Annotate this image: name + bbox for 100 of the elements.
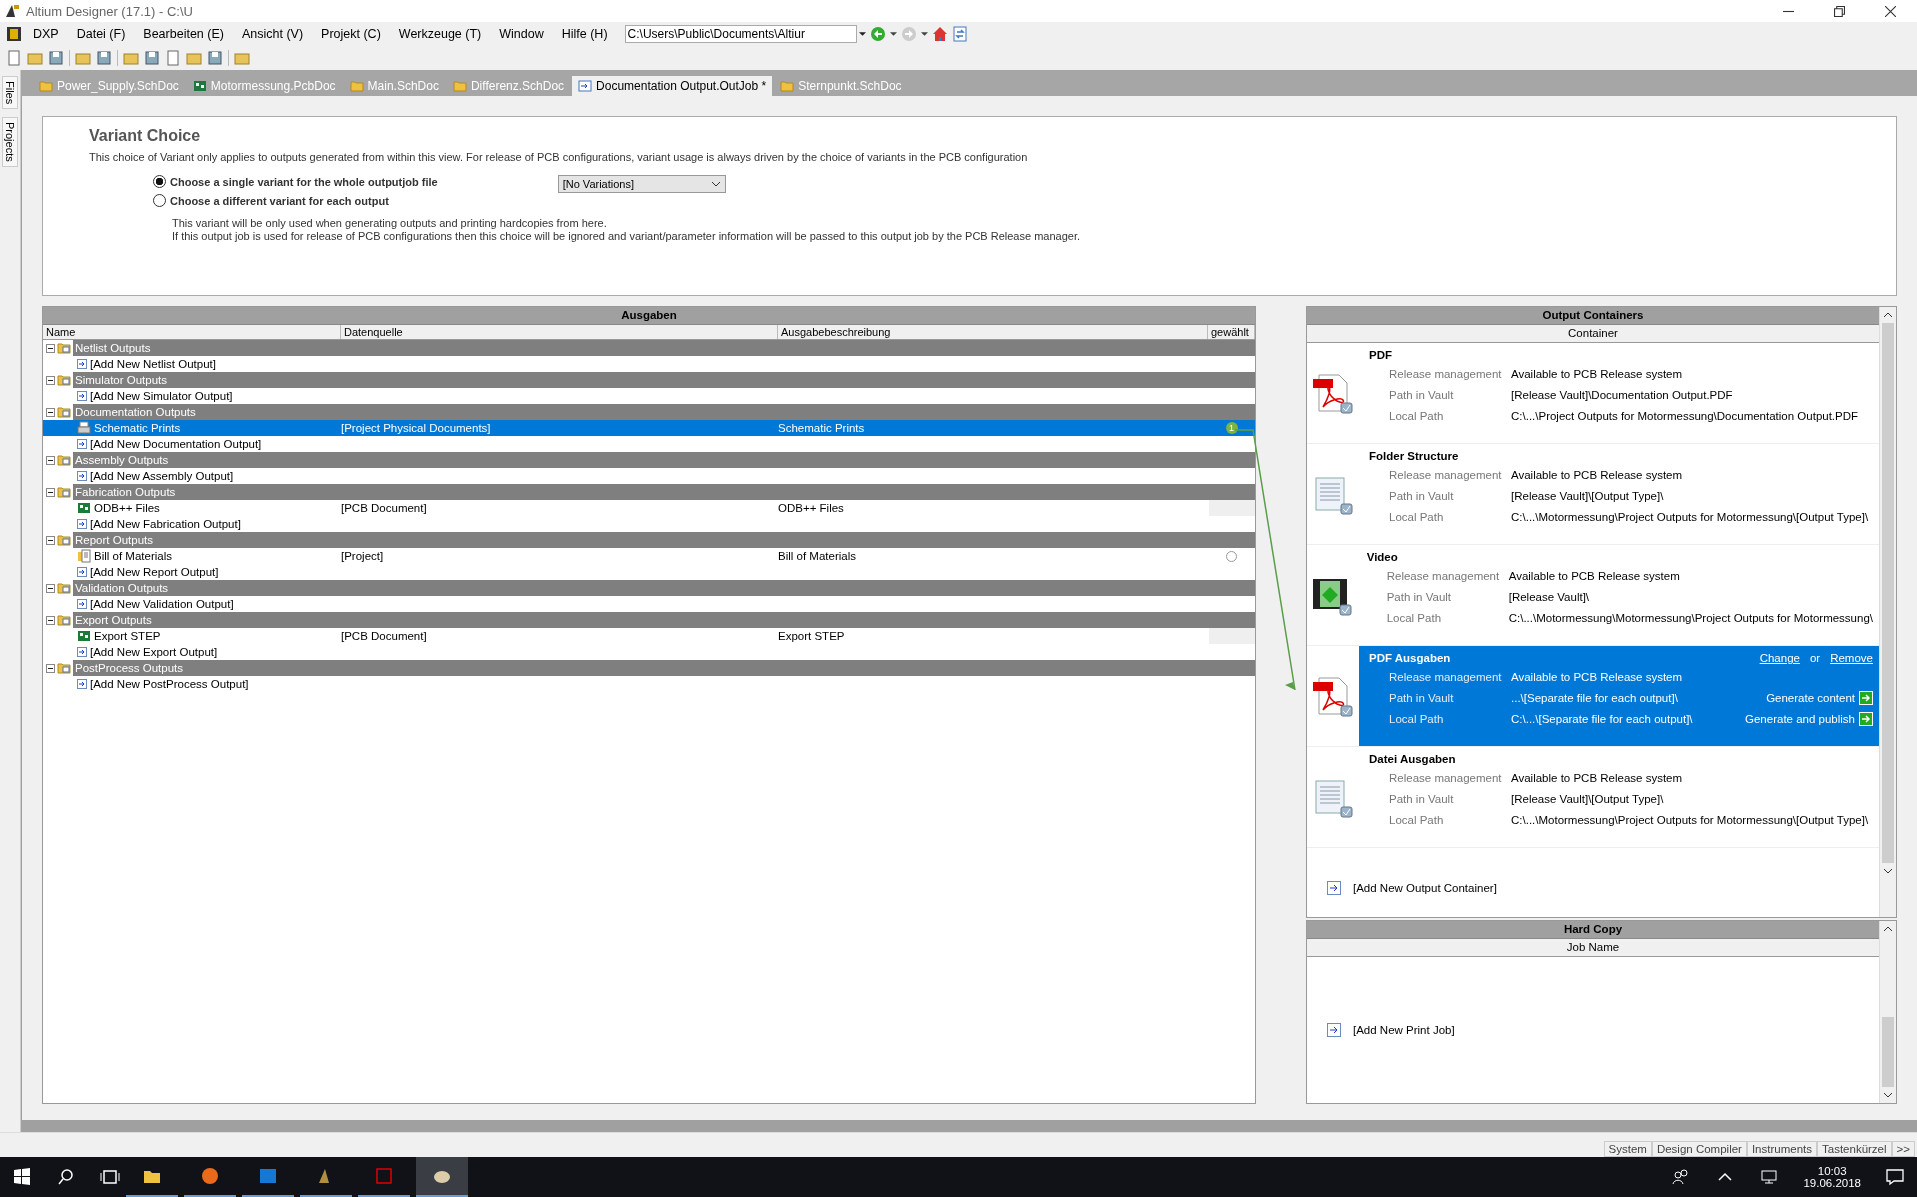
side-tab[interactable]: Files [2,76,18,110]
output-row[interactable]: Schematic Prints [Project Physical Documents] Schematic Prints 1 [43,420,1255,436]
output-row[interactable]: Export STEP [PCB Document] Export STEP [43,628,1255,644]
group-row[interactable]: Fabrication Outputs [73,484,1255,500]
panel-button[interactable]: System [1603,1141,1652,1157]
document-tab[interactable]: Documentation Output.OutJob * [572,76,773,96]
option-label[interactable]: Choose a single variant for the whole outputjob file [170,175,438,188]
output-row[interactable]: Bill of Materials [Project] Bill of Materials [43,548,1255,564]
caret-icon[interactable] [889,32,897,36]
generate-content-button[interactable]: Generate content [1766,690,1873,705]
generate-publish-button[interactable]: Generate and publish [1745,711,1873,726]
expander-icon[interactable] [46,375,55,385]
add-output-row[interactable]: [Add New Documentation Output] [43,436,1255,452]
group-row[interactable]: Simulator Outputs [73,372,1255,388]
arrow-right-icon [1859,711,1873,726]
menu-item[interactable]: Window [492,27,551,41]
add-container-link[interactable]: [Add New Output Container] [1353,882,1497,894]
add-print-job-link[interactable]: [Add New Print Job] [1353,1024,1455,1036]
container-item[interactable]: Datei Ausgaben Release management Available to PCB Release system Path in Vault [Release Vault]\[Output Type]\ Local Path C:\...\Motormessung\Project Outputs for Motormessung\[Output Type]\ [1307,747,1879,848]
clock-time[interactable]: 10:03 [1817,1165,1847,1177]
output-description: Schematic Prints [778,422,865,434]
add-output-row[interactable]: [Add New Validation Output] [43,596,1255,612]
add-output-row[interactable]: [Add New Netlist Output] [43,356,1255,372]
menu-item[interactable]: Datei (F) [69,27,133,41]
panel-button[interactable]: >> [1891,1141,1915,1157]
group-row[interactable]: Assembly Outputs [73,452,1255,468]
side-tab[interactable]: Projects [2,117,18,167]
add-icon [77,599,87,609]
menu-item[interactable]: Projekt (C) [314,27,388,41]
group-row[interactable]: Netlist Outputs [73,340,1255,356]
group-row[interactable]: Validation Outputs [73,580,1255,596]
panel-button[interactable]: Tastenkürzel [1817,1141,1892,1157]
radio-button[interactable] [153,194,166,207]
save-icon[interactable] [48,50,64,66]
expander-icon[interactable] [46,455,55,465]
menu-item[interactable]: DXP [26,27,66,41]
scrollbar-thumb[interactable] [1882,323,1894,863]
radio-button[interactable] [153,175,166,188]
expander-icon[interactable] [46,535,55,545]
schematic-file-icon [349,79,364,93]
add-output-row[interactable]: [Add New Export Output] [43,644,1255,660]
panel-button[interactable]: Instruments [1746,1141,1817,1157]
scrollbar-thumb[interactable] [1882,1017,1894,1087]
expander-icon[interactable] [46,583,55,593]
add-output-row[interactable]: [Add New Assembly Output] [43,468,1255,484]
app-menu-icon[interactable] [6,26,22,42]
menu-item[interactable]: Hilfe (H) [554,27,615,41]
clock-date[interactable]: 19.06.2018 [1803,1177,1861,1189]
output-name: [Add New Report Output] [90,565,219,580]
menu-item[interactable]: Ansicht (V) [234,27,311,41]
network-icon[interactable] [1759,1167,1780,1187]
data-source: [Project] [341,550,384,562]
start-icon[interactable] [12,1167,32,1187]
scroll-up-icon[interactable] [1883,312,1893,318]
add-output-row[interactable]: [Add New Report Output] [43,564,1255,580]
output-name: ODB++ Files [94,501,160,516]
column-header[interactable]: Name [43,325,341,339]
scroll-down-icon[interactable] [1883,1092,1893,1098]
close-icon[interactable] [1885,5,1896,17]
caret-icon[interactable] [920,32,928,36]
output-row[interactable]: ODB++ Files [PCB Document] ODB++ Files [43,500,1255,516]
refresh-icon[interactable] [951,26,968,42]
remove-link[interactable]: Remove [1830,652,1873,664]
expander-icon[interactable] [46,663,55,673]
field-label: Local Path [1389,510,1445,523]
column-header[interactable]: Ausgabebeschreibung [778,325,1208,339]
container-item[interactable] [1307,646,1879,747]
group-row[interactable]: Documentation Outputs [73,404,1255,420]
variant-dropdown[interactable]: [No Variations] [557,175,726,193]
field-value: C:\...\Motormessung\Motormessung\Project Outputs for Motormessung\ [1508,611,1873,624]
task-view-icon[interactable] [100,1167,120,1187]
menu-item[interactable]: Bearbeiten (E) [136,27,231,41]
scroll-down-icon[interactable] [1883,868,1893,874]
column-header[interactable]: Datenquelle [341,325,778,339]
scroll-up-icon[interactable] [1883,926,1893,932]
add-output-row[interactable]: [Add New PostProcess Output] [43,676,1255,692]
section-title: Variant Choice [89,127,202,145]
expander-icon[interactable] [46,487,55,497]
column-header[interactable]: gewählt [1208,325,1255,339]
container-item[interactable]: PDF Release management Available to PCB Release system Path in Vault [Release Vault]\Documentation Output.PDF Local Path C:\...\Project Outputs for Motormessung\Documentation Output.PDF [1307,343,1879,444]
panel-button[interactable]: Design Compiler [1651,1141,1747,1157]
group-row[interactable]: PostProcess Outputs [73,660,1255,676]
option-label[interactable]: Choose a different variant for each output [170,194,389,207]
expander-icon[interactable] [46,343,55,353]
search-icon[interactable] [56,1167,76,1187]
circuit-board-icon [192,79,207,93]
notification-icon[interactable] [1885,1167,1905,1187]
add-output-row[interactable]: [Add New Fabrication Output] [43,516,1255,532]
home-icon[interactable] [931,26,948,42]
restore-icon[interactable] [1834,5,1845,17]
expander-icon[interactable] [46,407,55,417]
group-row[interactable]: Report Outputs [73,532,1255,548]
add-output-row[interactable]: [Add New Simulator Output] [43,388,1255,404]
menu-item[interactable]: Werkzeuge (T) [391,27,489,41]
address-field[interactable]: C:\Users\Public\Documents\Altiur [624,25,857,43]
output-name: [Add New PostProcess Output] [90,677,249,692]
group-row[interactable]: Export Outputs [73,612,1255,628]
expander-icon[interactable] [46,615,55,625]
container-item[interactable]: Folder Structure Release management Available to PCB Release system Path in Vault [Release Vault]\[Output Type]\ Local Path C:\...\Motormessung\Project Outputs for Motormessung\[Output Type]\ [1307,444,1879,545]
change-link[interactable]: Change [1759,652,1800,664]
